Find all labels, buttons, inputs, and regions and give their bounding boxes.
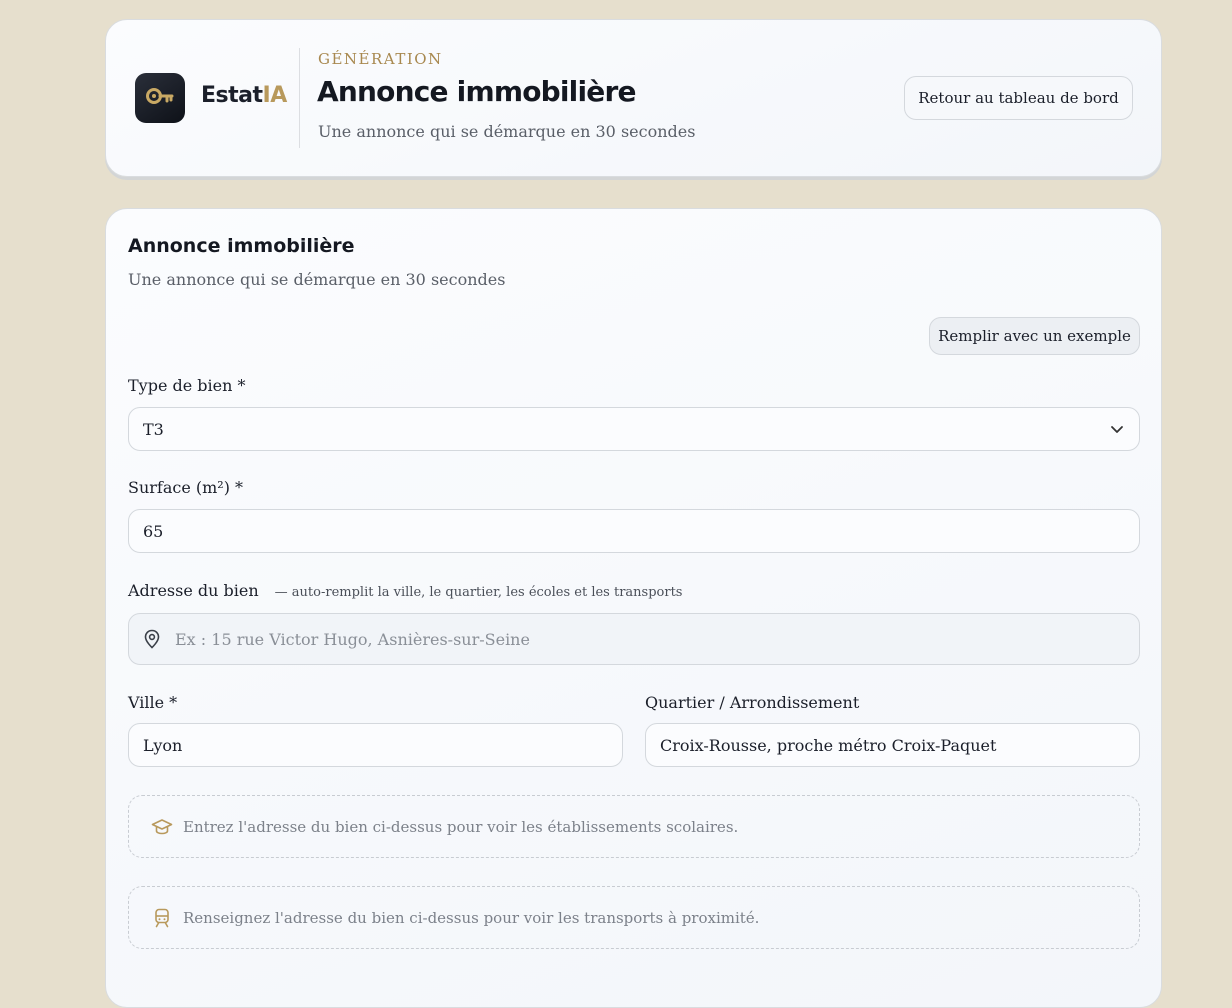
header-card: EstatIA GÉNÉRATION Annonce immobilière U… (105, 19, 1162, 177)
key-icon (145, 85, 175, 111)
back-to-dashboard-button[interactable]: Retour au tableau de bord (904, 76, 1133, 120)
district-input[interactable] (660, 735, 1125, 755)
header-eyebrow: GÉNÉRATION (318, 50, 443, 68)
app-logo (135, 73, 185, 123)
schools-note: Entrez l'adresse du bien ci-dessus pour … (183, 817, 739, 836)
city-label: Ville * (128, 693, 178, 712)
form-title: Annonce immobilière (128, 235, 355, 257)
type-select-value: T3 (143, 419, 164, 439)
type-label: Type de bien * (128, 376, 246, 395)
brand-name: EstatIA (201, 83, 287, 108)
address-label-text: Adresse du bien (128, 581, 259, 600)
surface-field[interactable] (128, 509, 1140, 553)
transport-note: Renseignez l'adresse du bien ci-dessus p… (183, 908, 760, 927)
page-subtitle: Une annonce qui se démarque en 30 second… (318, 122, 696, 141)
district-field[interactable] (645, 723, 1140, 767)
brand-prefix: Estat (201, 83, 263, 108)
form-subtitle: Une annonce qui se démarque en 30 second… (128, 270, 506, 289)
brand-suffix: IA (262, 83, 288, 108)
city-field[interactable] (128, 723, 623, 767)
address-input[interactable] (175, 629, 1125, 649)
form-card: Annonce immobilière Une annonce qui se d… (105, 208, 1162, 1008)
surface-input[interactable] (143, 521, 1125, 541)
header-divider (299, 48, 300, 148)
surface-label: Surface (m²) * (128, 478, 244, 497)
district-label: Quartier / Arrondissement (645, 693, 860, 712)
address-label: Adresse du bien — auto-remplit la ville, … (128, 581, 682, 600)
type-select[interactable]: T3 (128, 407, 1140, 451)
chevron-down-icon (1109, 421, 1125, 441)
address-field[interactable] (128, 613, 1140, 665)
schools-placeholder: Entrez l'adresse du bien ci-dessus pour … (128, 795, 1140, 858)
train-icon (151, 908, 173, 928)
address-hint: — auto-remplit la ville, le quartier, le… (274, 585, 683, 600)
location-pin-icon (143, 629, 161, 649)
fill-example-button[interactable]: Remplir avec un exemple (929, 317, 1140, 355)
city-input[interactable] (143, 735, 608, 755)
graduation-cap-icon (151, 818, 173, 836)
page-title: Annonce immobilière (317, 75, 636, 108)
transport-placeholder: Renseignez l'adresse du bien ci-dessus p… (128, 886, 1140, 949)
